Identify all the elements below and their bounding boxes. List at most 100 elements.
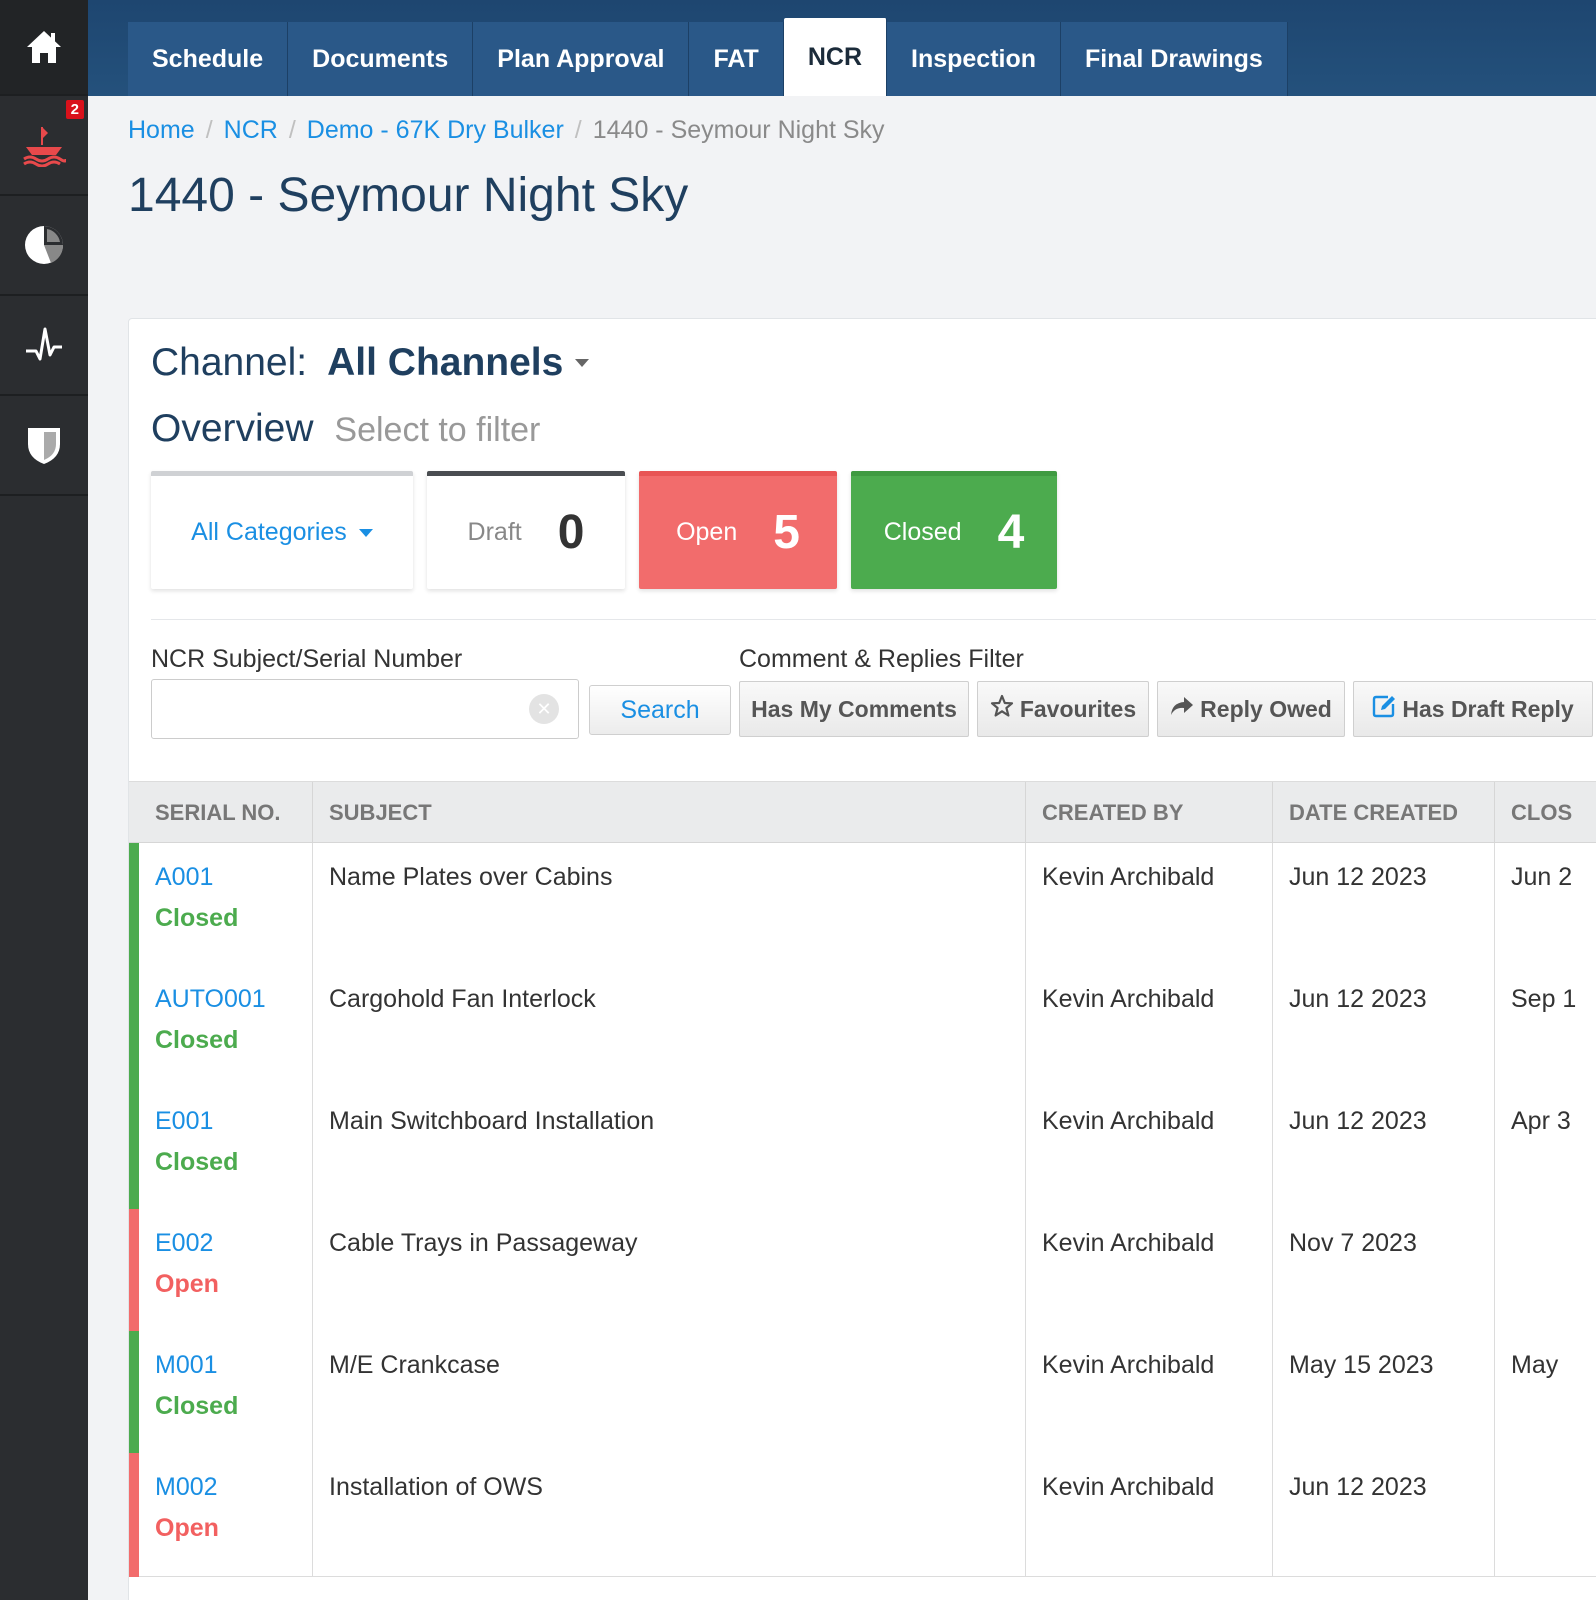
serial-cell: M001 Closed xyxy=(129,1331,313,1455)
column-created-by[interactable]: CREATED BY xyxy=(1026,782,1273,844)
chevron-down-icon xyxy=(358,528,373,537)
draft-label: Draft xyxy=(467,518,522,546)
serial-cell: M002 Open xyxy=(129,1453,313,1577)
column-date-created[interactable]: DATE CREATED xyxy=(1273,782,1495,844)
table-row[interactable]: E001 Closed Main Switchboard Installation K… xyxy=(129,1087,1596,1211)
rail-reports[interactable] xyxy=(0,196,88,296)
table-row[interactable]: M001 Closed M/E Crankcase Kevin Archibald Ma… xyxy=(129,1331,1596,1455)
status-badge: Open xyxy=(155,1270,219,1298)
search-button[interactable]: Search xyxy=(589,685,731,735)
tab-final-drawings[interactable]: Final Drawings xyxy=(1061,22,1288,96)
status-badge: Open xyxy=(155,1514,219,1542)
breadcrumb: Home / NCR / Demo - 67K Dry Bulker / 144… xyxy=(128,116,885,145)
draft-count: 0 xyxy=(557,506,585,559)
rail-activity[interactable] xyxy=(0,296,88,396)
created-by-cell: Kevin Archibald xyxy=(1026,965,1273,1089)
closed-filter-card[interactable]: Closed 4 xyxy=(851,471,1057,589)
rail-home[interactable] xyxy=(0,0,88,96)
search-label: NCR Subject/Serial Number xyxy=(151,645,463,673)
pie-chart-icon xyxy=(23,224,65,266)
has-my-comments-button[interactable]: Has My Comments xyxy=(739,681,969,737)
channel-dropdown[interactable]: All Channels xyxy=(327,341,563,385)
serial-cell: E001 Closed xyxy=(129,1087,313,1211)
tab-plan-approval[interactable]: Plan Approval xyxy=(473,22,690,96)
open-count: 5 xyxy=(773,506,800,559)
tab-fat[interactable]: FAT xyxy=(689,22,784,96)
side-rail: 2 xyxy=(0,0,88,1600)
breadcrumb-home[interactable]: Home xyxy=(128,116,195,145)
serial-link[interactable]: A001 xyxy=(155,863,312,892)
subject-cell[interactable]: M/E Crankcase xyxy=(313,1331,1026,1455)
created-by-cell: Kevin Archibald xyxy=(1026,1087,1273,1211)
created-by-cell: Kevin Archibald xyxy=(1026,1331,1273,1455)
ncr-panel: Channel: All Channels Overview Select to… xyxy=(128,318,1596,1600)
star-icon xyxy=(990,694,1020,724)
overview-title: Overview xyxy=(151,407,314,450)
serial-cell: E002 Open xyxy=(129,1209,313,1333)
subject-cell[interactable]: Cable Trays in Passageway xyxy=(313,1209,1026,1333)
chevron-down-icon[interactable] xyxy=(575,359,590,367)
divider xyxy=(151,619,1596,620)
created-by-cell: Kevin Archibald xyxy=(1026,1453,1273,1577)
open-label: Open xyxy=(676,518,738,546)
search-input[interactable] xyxy=(151,679,579,739)
closed-date-cell: Jun 2 xyxy=(1511,863,1573,891)
shield-icon xyxy=(26,424,62,466)
serial-link[interactable]: E001 xyxy=(155,1107,312,1136)
serial-link[interactable]: M002 xyxy=(155,1473,312,1502)
filter-label: Comment & Replies Filter xyxy=(739,645,1024,673)
breadcrumb-separator: / xyxy=(288,116,296,144)
table-row[interactable]: AUTO001 Closed Cargohold Fan Interlock Kevi… xyxy=(129,965,1596,1089)
clear-icon[interactable]: ✕ xyxy=(529,694,559,724)
favourites-button[interactable]: Favourites xyxy=(977,681,1149,737)
status-badge: Closed xyxy=(155,904,239,932)
reply-owed-button[interactable]: Reply Owed xyxy=(1157,681,1345,737)
tab-ncr[interactable]: NCR xyxy=(783,18,888,96)
column-closed[interactable]: CLOS xyxy=(1495,782,1596,844)
closed-date-cell xyxy=(1495,1209,1596,1333)
serial-link[interactable]: M001 xyxy=(155,1351,312,1380)
subject-cell[interactable]: Cargohold Fan Interlock xyxy=(313,965,1026,1089)
serial-link[interactable]: AUTO001 xyxy=(155,985,312,1014)
created-by-cell: Kevin Archibald xyxy=(1026,1209,1273,1333)
subject-cell[interactable]: Name Plates over Cabins xyxy=(313,843,1026,967)
notification-badge: 2 xyxy=(65,100,84,119)
column-subject[interactable]: SUBJECT xyxy=(313,782,1026,844)
page-title: 1440 - Seymour Night Sky xyxy=(128,169,689,222)
table-row[interactable]: A001 Closed Name Plates over Cabins Kevin A… xyxy=(129,843,1596,967)
table-row[interactable]: E002 Open Cable Trays in Passageway Kevin A… xyxy=(129,1209,1596,1333)
module-tabs: Schedule Documents Plan Approval FAT NCR… xyxy=(128,18,1288,96)
open-filter-card[interactable]: Open 5 xyxy=(639,471,837,589)
breadcrumb-ncr[interactable]: NCR xyxy=(224,116,278,145)
closed-date-cell: May xyxy=(1511,1351,1559,1379)
top-nav: Schedule Documents Plan Approval FAT NCR… xyxy=(88,0,1596,96)
channel-selector: Channel: All Channels xyxy=(151,341,590,385)
column-serial[interactable]: SERIAL NO. xyxy=(129,782,313,844)
home-icon xyxy=(24,27,64,67)
subject-cell[interactable]: Main Switchboard Installation xyxy=(313,1087,1026,1211)
breadcrumb-project[interactable]: Demo - 67K Dry Bulker xyxy=(307,116,564,145)
tab-schedule[interactable]: Schedule xyxy=(128,22,289,96)
table-row[interactable]: M002 Open Installation of OWS Kevin Archiba… xyxy=(129,1453,1596,1577)
categories-filter-card[interactable]: All Categories xyxy=(151,471,413,589)
serial-link[interactable]: E002 xyxy=(155,1229,312,1258)
has-draft-reply-button[interactable]: Has Draft Reply xyxy=(1353,681,1593,737)
tab-inspection[interactable]: Inspection xyxy=(887,22,1062,96)
draft-filter-card[interactable]: Draft 0 xyxy=(427,471,625,589)
overview-heading: Overview Select to filter xyxy=(151,407,540,451)
favourites-label: Favourites xyxy=(1019,695,1137,722)
rail-vessels[interactable]: 2 xyxy=(0,96,88,196)
date-created-cell: Jun 12 2023 xyxy=(1273,1453,1495,1577)
tab-documents[interactable]: Documents xyxy=(288,22,474,96)
created-by-cell: Kevin Archibald xyxy=(1026,843,1273,967)
subject-cell[interactable]: Installation of OWS xyxy=(313,1453,1026,1577)
breadcrumb-current: 1440 - Seymour Night Sky xyxy=(592,116,885,144)
closed-date-cell xyxy=(1495,1453,1596,1577)
categories-label: All Categories xyxy=(191,518,347,546)
serial-cell: A001 Closed xyxy=(129,843,313,967)
date-created-cell: May 15 2023 xyxy=(1273,1331,1495,1455)
rail-security[interactable] xyxy=(0,396,88,496)
pulse-icon xyxy=(24,325,64,365)
edit-icon xyxy=(1372,694,1402,724)
reply-owed-label: Reply Owed xyxy=(1200,695,1332,722)
